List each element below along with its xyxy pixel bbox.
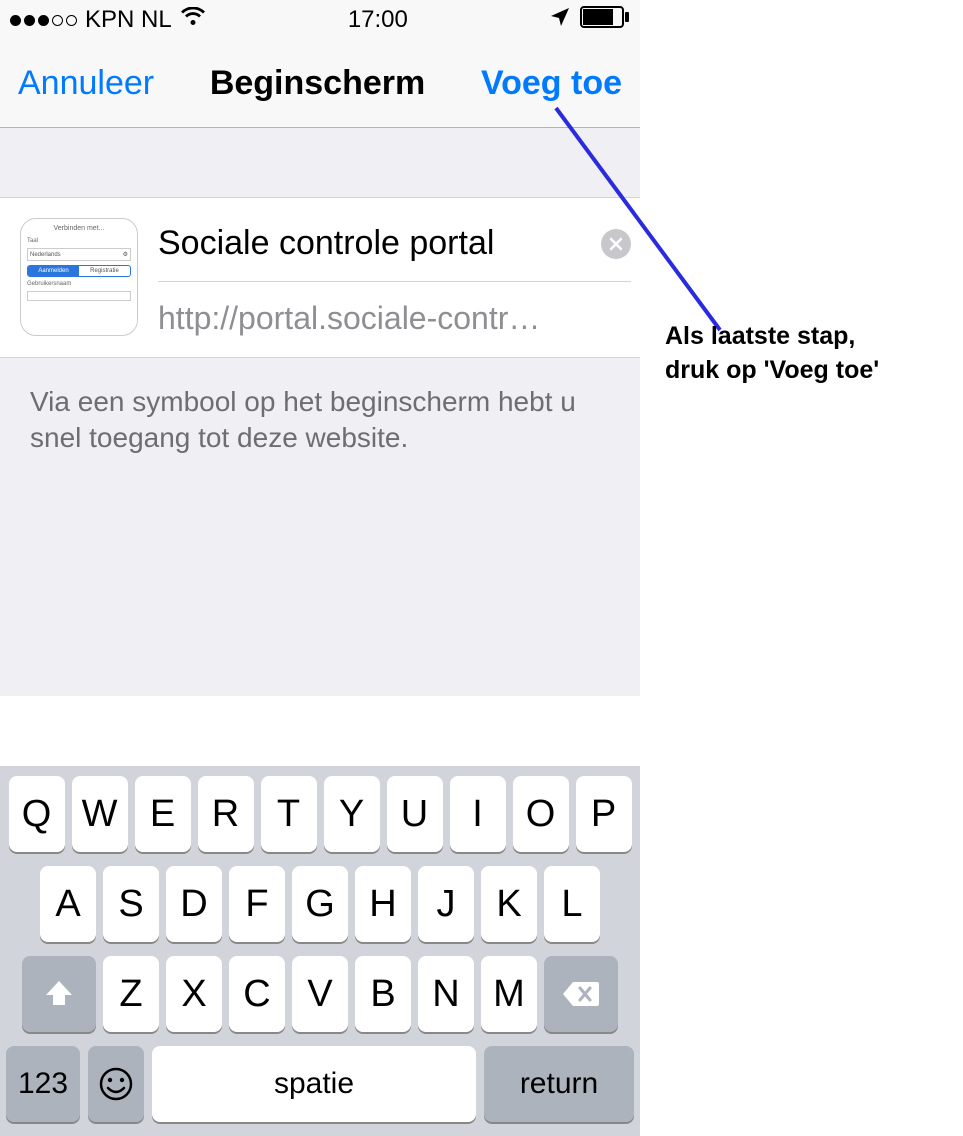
keyboard: QWERTYUIOP ASDFGHJKL ZXCVBNM 123 spatie … (0, 766, 640, 1136)
annotation-line-1: Als laatste stap, (665, 320, 879, 354)
status-right (550, 6, 630, 35)
clear-title-button[interactable] (601, 229, 631, 259)
thumb-tab-login: Aanmelden (28, 266, 79, 276)
keyboard-row-3: ZXCVBNM (6, 956, 634, 1032)
key-c[interactable]: C (229, 956, 285, 1032)
phone-screen: KPN NL 17:00 Annuleer Beginscherm Voeg t… (0, 0, 640, 1136)
thumb-lang-select: Nederlands⚙ (27, 248, 131, 261)
site-thumbnail: Verbinden met... Taal Nederlands⚙ Aanmel… (20, 218, 138, 336)
key-s[interactable]: S (103, 866, 159, 942)
carrier-label: KPN NL (85, 6, 172, 34)
key-d[interactable]: D (166, 866, 222, 942)
key-m[interactable]: M (481, 956, 537, 1032)
key-j[interactable]: J (418, 866, 474, 942)
keyboard-row-4: 123 spatie return (6, 1046, 634, 1122)
title-row (158, 218, 631, 282)
thumb-user-field (27, 291, 131, 301)
cancel-button[interactable]: Annuleer (18, 64, 154, 103)
key-a[interactable]: A (40, 866, 96, 942)
key-v[interactable]: V (292, 956, 348, 1032)
nav-bar: Annuleer Beginscherm Voeg toe (0, 40, 640, 128)
thumb-tabs: Aanmelden Registratie (27, 265, 131, 277)
return-key[interactable]: return (484, 1046, 634, 1122)
key-n[interactable]: N (418, 956, 474, 1032)
thumb-user-label: Gebruikersnaam (27, 281, 131, 287)
key-o[interactable]: O (513, 776, 569, 852)
emoji-key[interactable] (88, 1046, 144, 1122)
status-left: KPN NL (10, 6, 206, 34)
key-t[interactable]: T (261, 776, 317, 852)
location-icon (550, 6, 570, 34)
clock: 17:00 (348, 6, 408, 34)
space-key[interactable]: spatie (152, 1046, 476, 1122)
card-body: http://portal.sociale-contr… (158, 218, 631, 337)
key-e[interactable]: E (135, 776, 191, 852)
close-icon (609, 237, 623, 251)
numeric-key[interactable]: 123 (6, 1046, 80, 1122)
key-l[interactable]: L (544, 866, 600, 942)
backspace-key[interactable] (544, 956, 618, 1032)
key-y[interactable]: Y (324, 776, 380, 852)
backspace-icon (561, 980, 601, 1008)
nav-title: Beginscherm (210, 64, 425, 103)
emoji-icon (98, 1066, 134, 1102)
key-u[interactable]: U (387, 776, 443, 852)
section-spacer (0, 128, 640, 198)
bookmark-url: http://portal.sociale-contr… (158, 282, 631, 337)
annotation-text: Als laatste stap, druk op 'Voeg toe' (665, 320, 879, 388)
bookmark-card: Verbinden met... Taal Nederlands⚙ Aanmel… (0, 198, 640, 358)
bookmark-title-input[interactable] (158, 224, 601, 263)
shift-key[interactable] (22, 956, 96, 1032)
key-g[interactable]: G (292, 866, 348, 942)
key-h[interactable]: H (355, 866, 411, 942)
signal-strength-icon (10, 15, 77, 26)
keyboard-row-1: QWERTYUIOP (6, 776, 634, 852)
key-i[interactable]: I (450, 776, 506, 852)
wifi-icon (180, 6, 206, 34)
keyboard-row-2: ASDFGHJKL (6, 866, 634, 942)
add-button[interactable]: Voeg toe (481, 64, 622, 103)
key-q[interactable]: Q (9, 776, 65, 852)
battery-icon (580, 6, 630, 35)
key-b[interactable]: B (355, 956, 411, 1032)
key-k[interactable]: K (481, 866, 537, 942)
description-text: Via een symbool op het beginscherm hebt … (0, 358, 640, 696)
key-z[interactable]: Z (103, 956, 159, 1032)
shift-icon (42, 977, 76, 1011)
thumb-heading: Verbinden met... (27, 225, 131, 232)
key-r[interactable]: R (198, 776, 254, 852)
key-f[interactable]: F (229, 866, 285, 942)
key-p[interactable]: P (576, 776, 632, 852)
key-w[interactable]: W (72, 776, 128, 852)
thumb-lang-label: Taal (27, 238, 131, 244)
status-bar: KPN NL 17:00 (0, 0, 640, 40)
key-x[interactable]: X (166, 956, 222, 1032)
thumb-tab-register: Registratie (79, 266, 130, 276)
annotation-line-2: druk op 'Voeg toe' (665, 354, 879, 388)
